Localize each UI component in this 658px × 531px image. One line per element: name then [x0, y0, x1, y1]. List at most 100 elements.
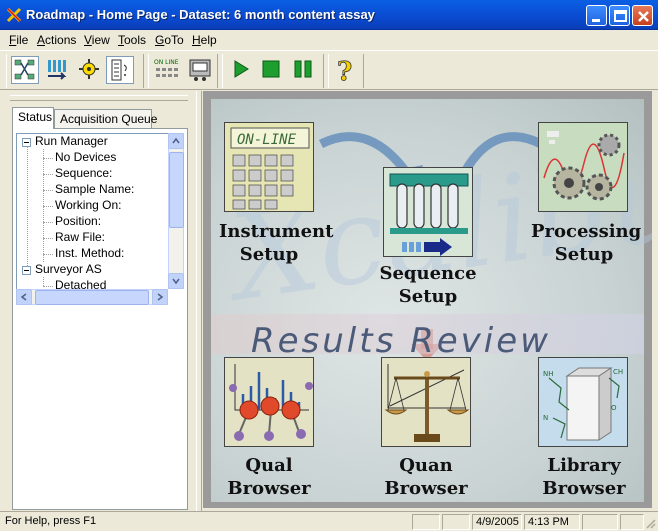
instrument-screen-text: ON-LINE [237, 132, 297, 148]
help-button[interactable]: ? [331, 56, 359, 88]
menu-goto[interactable]: GoTo [155, 33, 184, 47]
tree-node-label: Run Manager [35, 134, 108, 148]
processing-gear-icon [79, 59, 99, 79]
processing-setup-label-line1: Processing [531, 221, 642, 242]
status-panel-blank [412, 514, 440, 530]
scroll-down-button[interactable] [168, 273, 184, 289]
title-bar[interactable]: Roadmap - Home Page - Dataset: 6 month c… [0, 0, 658, 30]
status-view-button[interactable] [106, 56, 134, 84]
status-panel: Run Manager No Devices Sequence: Sample … [12, 128, 188, 510]
minimize-button[interactable] [586, 5, 607, 26]
menu-tools[interactable]: Tools [118, 33, 146, 47]
menu-goto-key: G [155, 33, 165, 47]
status-date: 4/9/2005 [472, 514, 522, 530]
svg-text:O: O [611, 404, 617, 412]
quan-browser-label-line1: Quan [399, 455, 453, 476]
menu-view[interactable]: View [84, 33, 110, 47]
scroll-right-button[interactable] [152, 289, 168, 305]
qual-browser-label-line2: Browser [227, 478, 311, 499]
chevron-left-icon [20, 293, 27, 301]
tree-horizontal-scrollbar[interactable] [16, 289, 168, 305]
play-icon [234, 60, 249, 78]
tree-line [43, 238, 53, 239]
minimize-icon [592, 19, 600, 22]
xcalibur-app-icon[interactable] [6, 7, 22, 23]
processing-setup-label: Processing Setup [531, 220, 642, 266]
menu-help-label: elp [200, 33, 217, 47]
tab-acquisition-queue[interactable]: Acquisition Queue [54, 109, 157, 129]
library-browser-icon[interactable]: NH CH N O [538, 357, 628, 447]
tree-line [43, 254, 53, 255]
tree-line [43, 206, 53, 207]
sequence-setup-label-line1: Sequence [379, 263, 477, 284]
menu-file-label: ile [16, 33, 29, 47]
menu-help-key: H [192, 33, 201, 47]
sequence-setup-icon[interactable] [383, 167, 473, 257]
roadmap-view-icon [14, 59, 35, 80]
roadmap-view-button[interactable] [11, 56, 39, 84]
scroll-thumb[interactable] [35, 290, 149, 305]
info-view-pane: Status Acquisition Queue Run Manager No … [0, 91, 200, 511]
tab-status-label: Status [18, 110, 53, 124]
status-bar: For Help, press F1 4/9/2005 4:13 PM [0, 511, 658, 531]
tree-line [43, 158, 53, 159]
help-question-icon: ? [337, 57, 353, 88]
pane-grip[interactable] [10, 95, 188, 101]
roadmap-home-page: Xcalibur Results Review ON-LINE [203, 91, 652, 508]
tree-line [43, 277, 44, 286]
scroll-left-button[interactable] [16, 289, 32, 305]
tree-line [43, 222, 53, 223]
scroll-thumb[interactable] [169, 152, 184, 228]
maximize-icon [614, 10, 627, 22]
resize-grip-icon[interactable] [644, 517, 656, 529]
online-status-button[interactable]: ON LINE [153, 56, 183, 84]
pause-run-button[interactable] [290, 56, 318, 84]
close-icon [638, 11, 649, 22]
status-time: 4:13 PM [524, 514, 580, 530]
right-frame-edge [652, 91, 658, 511]
processing-view-button[interactable] [76, 56, 104, 84]
tab-status[interactable]: Status [12, 107, 54, 129]
menu-bar: File Actions View Tools GoTo Help [0, 30, 658, 50]
qual-browser-icon[interactable] [224, 357, 314, 447]
menu-actions-label: ctions [45, 33, 77, 47]
menu-help[interactable]: Help [192, 33, 217, 47]
window-title: Roadmap - Home Page - Dataset: 6 month c… [26, 7, 375, 22]
processing-setup-label-line2: Setup [554, 244, 614, 265]
tree-leaf-label: Position: [55, 214, 102, 228]
tree-leaf-label: Working On: [55, 198, 122, 212]
tree-vertical-scrollbar[interactable] [168, 133, 184, 289]
status-panel-blank [442, 514, 470, 530]
tree-node-label: Surveyor AS [35, 262, 102, 276]
instrument-setup-label-line2: Setup [239, 244, 299, 265]
sequence-view-button[interactable] [44, 56, 72, 84]
pane-splitter[interactable] [196, 91, 202, 511]
tree-line [43, 286, 53, 287]
pause-icon [294, 60, 312, 78]
chevron-right-icon [157, 293, 164, 301]
tree-leaf-label: No Devices [55, 150, 117, 164]
menu-file[interactable]: File [9, 33, 28, 47]
collapse-icon[interactable] [22, 138, 31, 147]
instrument-status-button[interactable] [187, 56, 215, 84]
tree-line [43, 174, 53, 175]
svg-text:N: N [543, 414, 548, 422]
quan-browser-icon[interactable] [381, 357, 471, 447]
maximize-button[interactable] [609, 5, 630, 26]
collapse-icon[interactable] [22, 266, 31, 275]
instrument-setup-icon[interactable]: ON-LINE [224, 122, 314, 212]
sequence-setup-label: Sequence Setup [375, 262, 481, 308]
qual-browser-label-line1: Qual [245, 455, 293, 476]
status-tree[interactable]: Run Manager No Devices Sequence: Sample … [16, 133, 168, 293]
menu-actions[interactable]: Actions [37, 33, 76, 47]
start-run-button[interactable] [227, 56, 255, 84]
tree-leaf-label: Sequence: [55, 166, 113, 180]
menu-actions-key: A [37, 33, 46, 47]
close-button[interactable] [632, 5, 653, 26]
online-label: ON LINE [154, 59, 179, 66]
scroll-up-button[interactable] [168, 133, 184, 149]
processing-setup-icon[interactable] [538, 122, 628, 212]
stop-run-button[interactable] [258, 56, 286, 84]
stop-icon [262, 60, 280, 78]
svg-text:NH: NH [543, 370, 554, 378]
